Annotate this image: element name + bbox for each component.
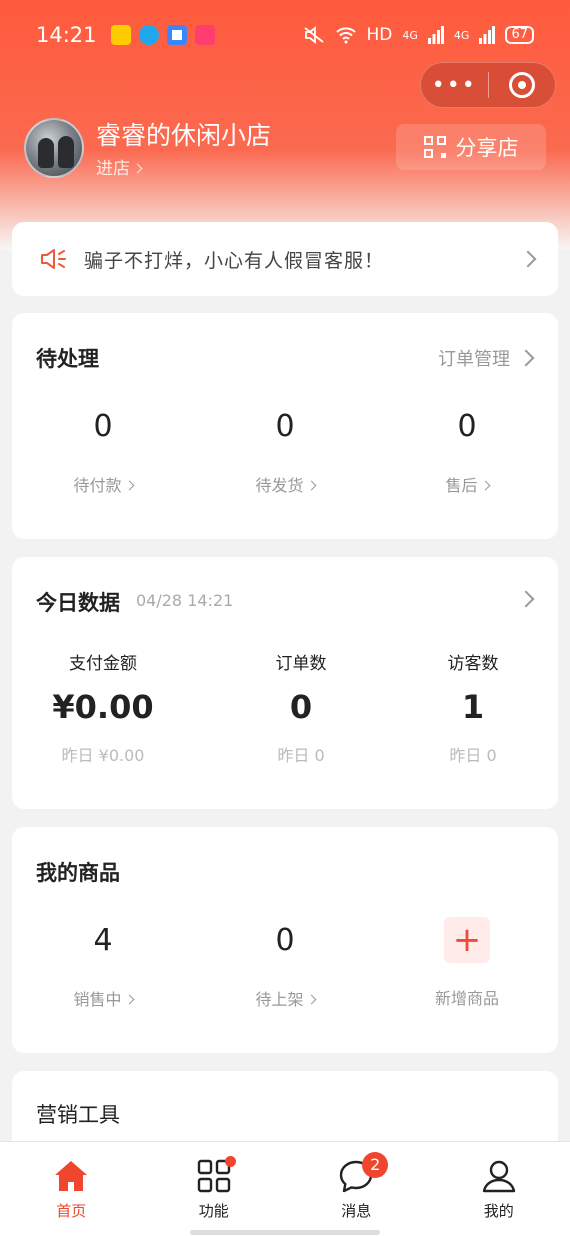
chevron-right-icon bbox=[519, 250, 537, 268]
stat-label: 销售中 bbox=[12, 986, 194, 1010]
tab-label: 消息 bbox=[341, 1202, 372, 1220]
tab-mine[interactable]: 我的 bbox=[428, 1142, 570, 1236]
message-count-badge: 2 bbox=[362, 1152, 389, 1178]
stat-value: ¥0.00 bbox=[52, 688, 154, 726]
my-goods-card: 我的商品 4 销售中 0 待上架 + 新增商品 bbox=[12, 827, 558, 1053]
qr-code-icon bbox=[423, 136, 446, 158]
bottom-tab-bar: 首页 功能 2 消息 我的 bbox=[0, 1141, 570, 1236]
status-bar: 14:21 HD 4G 4G 67 bbox=[0, 0, 570, 70]
stat-value: 0 bbox=[275, 923, 295, 958]
today-title: 今日数据 bbox=[36, 591, 120, 615]
marketing-title: 营销工具 bbox=[36, 1103, 120, 1127]
stat-label: 待发货 bbox=[194, 472, 376, 496]
tab-functions[interactable]: 功能 bbox=[143, 1142, 286, 1236]
stat-yesterday: 昨日 0 bbox=[449, 746, 497, 765]
stat-payment-amount: 支付金额 ¥0.00 昨日 ¥0.00 bbox=[12, 649, 194, 766]
pending-card: 待处理 订单管理 0 待付款 0 待发货 0 售后 bbox=[12, 313, 558, 539]
goods-title: 我的商品 bbox=[36, 861, 120, 885]
chevron-right-icon bbox=[517, 590, 535, 608]
more-dots-icon[interactable]: ••• bbox=[421, 73, 488, 98]
stat-on-sale[interactable]: 4 销售中 bbox=[12, 923, 194, 1010]
shop-avatar[interactable] bbox=[24, 118, 84, 178]
tab-messages[interactable]: 2 消息 bbox=[285, 1142, 428, 1236]
stat-order-count: 订单数 0 昨日 0 bbox=[210, 649, 392, 766]
enter-shop-link[interactable]: 进店 bbox=[96, 154, 143, 179]
stat-label: 售后 bbox=[376, 472, 558, 496]
tab-home[interactable]: 首页 bbox=[0, 1142, 143, 1236]
stat-pending-payment[interactable]: 0 待付款 bbox=[12, 409, 194, 496]
order-management-label: 订单管理 bbox=[438, 349, 510, 370]
tab-label: 首页 bbox=[56, 1202, 87, 1220]
target-circle-icon bbox=[508, 72, 535, 98]
status-time: 14:21 bbox=[36, 23, 97, 47]
miniprogram-capsule: ••• bbox=[420, 62, 556, 108]
home-indicator bbox=[190, 1230, 380, 1235]
stat-pending-shipment[interactable]: 0 待发货 bbox=[194, 409, 376, 496]
tab-label: 功能 bbox=[198, 1202, 229, 1220]
home-icon bbox=[55, 1161, 88, 1191]
close-miniprogram-button[interactable] bbox=[489, 72, 556, 98]
app-notification-icon bbox=[110, 25, 131, 45]
network-type: HD bbox=[366, 25, 393, 45]
stat-label: 待上架 bbox=[194, 986, 376, 1010]
stat-visitor-count: 访客数 1 昨日 0 bbox=[382, 649, 564, 766]
signal-4g-1: 4G bbox=[402, 28, 418, 42]
stat-value: 0 bbox=[457, 409, 477, 444]
stat-yesterday: 昨日 0 bbox=[277, 746, 325, 765]
speaker-icon bbox=[41, 249, 66, 269]
today-data-card[interactable]: 今日数据 04/28 14:21 支付金额 ¥0.00 昨日 ¥0.00 订单数… bbox=[12, 557, 558, 809]
notice-text: 骗子不打烊，小心有人假冒客服！ bbox=[84, 249, 385, 272]
shop-name: 睿睿的休闲小店 bbox=[96, 121, 272, 150]
today-timestamp: 04/28 14:21 bbox=[136, 591, 234, 610]
stat-label: 支付金额 bbox=[69, 654, 137, 674]
stat-value: 1 bbox=[461, 688, 485, 726]
wifi-icon bbox=[335, 27, 356, 44]
chat-bubble-icon: 2 bbox=[338, 1152, 389, 1194]
video-app-icon bbox=[194, 25, 215, 45]
signal-4g-2: 4G bbox=[453, 28, 470, 42]
stat-label: 访客数 bbox=[447, 654, 499, 674]
stat-pending-listing[interactable]: 0 待上架 bbox=[194, 923, 376, 1010]
grid-icon bbox=[196, 1156, 236, 1194]
signal-icon-2 bbox=[479, 26, 496, 44]
qq-icon bbox=[138, 25, 159, 45]
stat-value: 0 bbox=[93, 409, 113, 444]
battery-level: 67 bbox=[505, 26, 534, 44]
stat-value: 4 bbox=[93, 923, 113, 958]
stat-yesterday: 昨日 ¥0.00 bbox=[61, 746, 145, 765]
anti-fraud-notice[interactable]: 骗子不打烊，小心有人假冒客服！ bbox=[12, 222, 558, 296]
enter-shop-label: 进店 bbox=[96, 159, 130, 179]
stat-value: 0 bbox=[275, 409, 295, 444]
mute-icon bbox=[303, 26, 324, 44]
stat-label: 待付款 bbox=[12, 472, 194, 496]
order-management-link[interactable]: 订单管理 bbox=[438, 345, 535, 371]
add-product-button[interactable]: + 新增商品 bbox=[376, 917, 558, 1009]
pending-title: 待处理 bbox=[36, 347, 99, 371]
stat-after-sales[interactable]: 0 售后 bbox=[376, 409, 558, 496]
chevron-right-icon bbox=[132, 163, 143, 174]
tab-label: 我的 bbox=[483, 1202, 514, 1220]
chevron-right-icon bbox=[517, 349, 535, 367]
stat-label: 订单数 bbox=[275, 654, 327, 674]
status-indicators: HD 4G 4G 67 bbox=[303, 25, 534, 45]
notification-dot bbox=[224, 1156, 236, 1167]
plus-icon: + bbox=[444, 917, 490, 963]
signal-icon bbox=[427, 26, 444, 44]
today-detail-link[interactable] bbox=[517, 590, 535, 608]
share-shop-button[interactable]: 分享店 bbox=[396, 124, 546, 170]
add-product-label: 新增商品 bbox=[434, 989, 499, 1008]
person-icon bbox=[482, 1160, 515, 1193]
app-circle-icon bbox=[166, 25, 187, 45]
stat-value: 0 bbox=[289, 688, 313, 726]
share-shop-label: 分享店 bbox=[455, 136, 519, 160]
